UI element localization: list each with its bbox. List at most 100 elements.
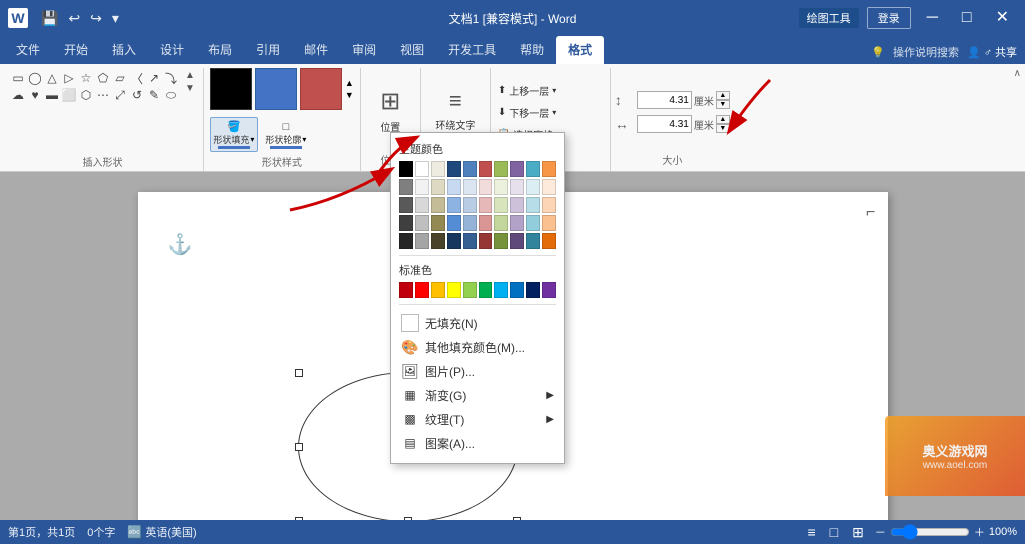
close-button[interactable]: ✕	[988, 0, 1017, 36]
shape-fill-button[interactable]: 🪣 形状填充 ▾	[210, 117, 258, 152]
resize-handle-bottom[interactable]	[404, 517, 412, 520]
theme-swatch-5-10[interactable]	[542, 233, 556, 249]
tab-help[interactable]: 帮助	[508, 36, 556, 64]
zoom-slider[interactable]	[890, 524, 970, 540]
theme-swatch-3-9[interactable]	[526, 197, 540, 213]
wraptext-label[interactable]: 环绕文字	[435, 117, 475, 132]
zoom-in[interactable]: ＋	[974, 524, 985, 540]
width-input[interactable]	[637, 115, 692, 133]
theme-swatch-4-7[interactable]	[494, 215, 508, 231]
pattern-item[interactable]: ▤ 图案(A)...	[399, 431, 556, 455]
view-normal[interactable]: ≡	[804, 524, 818, 540]
shape-arrow-diag[interactable]: ↗	[146, 70, 162, 86]
theme-swatch-2-10[interactable]	[542, 179, 556, 195]
gradient-item[interactable]: ▦ 渐变(G) ▶	[399, 383, 556, 407]
theme-swatch-5-7[interactable]	[494, 233, 508, 249]
theme-swatch-5-9[interactable]	[526, 233, 540, 249]
theme-swatch-3-2[interactable]	[415, 197, 429, 213]
style-scroll-up[interactable]: ▲	[345, 78, 354, 88]
height-down[interactable]: ▼	[716, 100, 730, 109]
tab-review[interactable]: 审阅	[340, 36, 388, 64]
shape-curved-arrow[interactable]: ⤵	[163, 70, 179, 86]
theme-swatch-2-5[interactable]	[463, 179, 477, 195]
tab-view[interactable]: 视图	[388, 36, 436, 64]
theme-swatch-4-3[interactable]	[431, 215, 445, 231]
picture-item[interactable]: 🖼 图片(P)...	[399, 359, 556, 383]
shape-line[interactable]: ▬	[44, 87, 60, 103]
std-swatch-8[interactable]	[510, 282, 524, 298]
std-swatch-2[interactable]	[415, 282, 429, 298]
shape-dots[interactable]: ⋯	[95, 87, 111, 103]
resize-handle-br[interactable]	[513, 517, 521, 520]
style-swatch-red[interactable]	[300, 68, 342, 110]
width-down[interactable]: ▼	[716, 124, 730, 133]
view-print[interactable]: □	[827, 524, 841, 540]
theme-swatch-1-6[interactable]	[479, 161, 493, 177]
width-up[interactable]: ▲	[716, 115, 730, 124]
theme-swatch-4-5[interactable]	[463, 215, 477, 231]
theme-swatch-5-6[interactable]	[479, 233, 493, 249]
tab-layout[interactable]: 布局	[196, 36, 244, 64]
tab-design[interactable]: 设计	[148, 36, 196, 64]
maximize-button[interactable]: □	[954, 0, 980, 36]
search-hint[interactable]: 操作说明搜索	[893, 44, 959, 60]
minimize-button[interactable]: ─	[919, 0, 946, 36]
shape-pentagon[interactable]: ⬠	[95, 70, 111, 86]
move-down-button[interactable]: ⬇ 下移一层 ▾	[495, 103, 606, 122]
shape-oval[interactable]: ⬭	[163, 87, 179, 103]
collapse-ribbon-button[interactable]: ∧	[1014, 68, 1021, 79]
resize-handle-left[interactable]	[295, 443, 303, 451]
theme-swatch-4-1[interactable]	[399, 215, 413, 231]
theme-swatch-1-7[interactable]	[494, 161, 508, 177]
theme-swatch-2-8[interactable]	[510, 179, 524, 195]
resize-handle-bl[interactable]	[295, 517, 303, 520]
shapes-scroll-down[interactable]: ▼	[185, 83, 195, 94]
login-button[interactable]: 登录	[867, 7, 911, 29]
theme-swatch-3-4[interactable]	[447, 197, 461, 213]
theme-swatch-5-8[interactable]	[510, 233, 524, 249]
style-dropdown[interactable]: ▼	[345, 90, 354, 100]
tab-references[interactable]: 引用	[244, 36, 292, 64]
theme-swatch-5-4[interactable]	[447, 233, 461, 249]
theme-swatch-3-5[interactable]	[463, 197, 477, 213]
zoom-out[interactable]: －	[875, 524, 886, 540]
shape-pencil[interactable]: ✎	[146, 87, 162, 103]
std-swatch-5[interactable]	[463, 282, 477, 298]
tab-mail[interactable]: 邮件	[292, 36, 340, 64]
shape-heart[interactable]: ♥	[27, 87, 43, 103]
outline-dropdown-icon[interactable]: ▾	[302, 135, 306, 144]
shape-triangle[interactable]: △	[44, 70, 60, 86]
theme-swatch-1-1[interactable]	[399, 161, 413, 177]
position-icon[interactable]: ⊞	[380, 87, 400, 116]
tab-insert[interactable]: 插入	[100, 36, 148, 64]
undo-button[interactable]: ↩	[65, 8, 83, 29]
theme-swatch-3-3[interactable]	[431, 197, 445, 213]
wraptext-icon[interactable]: ≡	[449, 88, 462, 114]
theme-swatch-3-10[interactable]	[542, 197, 556, 213]
shape-ellipse[interactable]: ◯	[27, 70, 43, 86]
height-up[interactable]: ▲	[716, 91, 730, 100]
theme-swatch-2-6[interactable]	[479, 179, 493, 195]
theme-swatch-1-10[interactable]	[542, 161, 556, 177]
std-swatch-1[interactable]	[399, 282, 413, 298]
theme-swatch-2-4[interactable]	[447, 179, 461, 195]
share-button[interactable]: 👤 ♂ 共享	[967, 44, 1017, 60]
shape-refresh[interactable]: ↺	[129, 87, 145, 103]
std-swatch-6[interactable]	[479, 282, 493, 298]
shape-diag[interactable]: ⤢	[112, 87, 128, 103]
theme-swatch-1-2[interactable]	[415, 161, 429, 177]
shape-outline-button[interactable]: □ 形状轮廓 ▾	[262, 119, 310, 151]
style-swatch-blue[interactable]	[255, 68, 297, 110]
shape-parallelogram[interactable]: ▱	[112, 70, 128, 86]
height-input[interactable]	[637, 91, 692, 109]
save-button[interactable]: 💾	[38, 8, 61, 29]
std-swatch-10[interactable]	[542, 282, 556, 298]
theme-swatch-2-7[interactable]	[494, 179, 508, 195]
std-swatch-7[interactable]	[494, 282, 508, 298]
theme-swatch-4-4[interactable]	[447, 215, 461, 231]
tab-file[interactable]: 文件	[4, 36, 52, 64]
theme-swatch-2-1[interactable]	[399, 179, 413, 195]
redo-button[interactable]: ↪	[87, 8, 105, 29]
other-fill-item[interactable]: 🎨 其他填充颜色(M)...	[399, 335, 556, 359]
std-swatch-9[interactable]	[526, 282, 540, 298]
